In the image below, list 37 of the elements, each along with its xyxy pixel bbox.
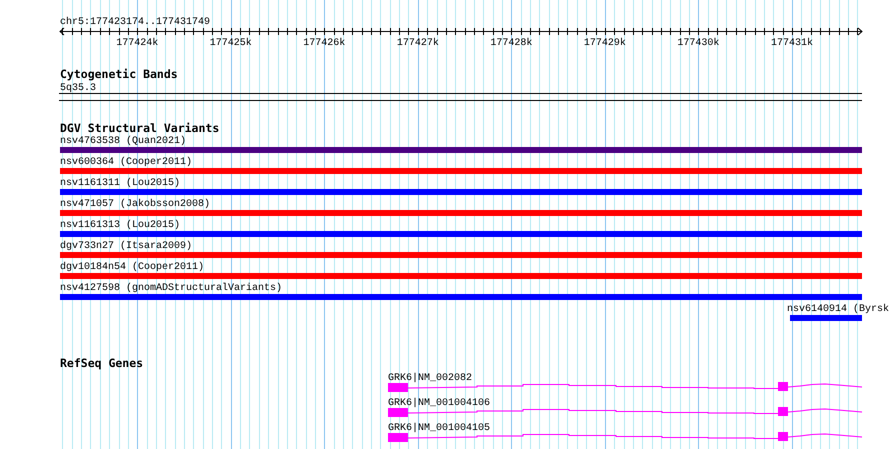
variant-bar[interactable] xyxy=(60,147,862,153)
variant-bar[interactable] xyxy=(60,294,862,300)
variant-bar[interactable] xyxy=(60,273,862,279)
band-label: 5q35.3 xyxy=(60,83,96,94)
variant-label[interactable]: nsv6140914 (Byrsk xyxy=(786,304,889,315)
gene-label[interactable]: GRK6|NM_001004105 xyxy=(388,423,490,434)
track-title: DGV Structural Variants xyxy=(60,121,220,135)
variant-bar[interactable] xyxy=(60,252,862,258)
variant-label[interactable]: nsv1161311 (Lou2015) xyxy=(60,178,180,189)
gene-model-drawing[interactable] xyxy=(388,407,862,417)
region-label: chr5:177423174..177431749 xyxy=(60,17,210,28)
variant-label[interactable]: nsv4763538 (Quan2021) xyxy=(60,136,186,147)
variant-bar[interactable] xyxy=(790,315,862,321)
variant-label[interactable]: nsv471057 (Jakobsson2008) xyxy=(60,199,210,210)
variant-label[interactable]: nsv4127598 (gnomADStructuralVariants) xyxy=(60,283,282,294)
track-title: Cytogenetic Bands xyxy=(60,67,178,81)
variant-label[interactable]: dgv733n27 (Itsara2009) xyxy=(60,241,192,252)
variant-label[interactable]: nsv600364 (Cooper2011) xyxy=(60,157,192,168)
variant-bar[interactable] xyxy=(60,231,862,237)
track-title: RefSeq Genes xyxy=(60,356,144,370)
variant-bar[interactable] xyxy=(60,189,862,195)
variant-label[interactable]: nsv1161313 (Lou2015) xyxy=(60,220,180,231)
gene-label[interactable]: GRK6|NM_002082 xyxy=(388,373,472,384)
variant-label[interactable]: dgv10184n54 (Cooper2011) xyxy=(60,262,204,273)
variant-bar[interactable] xyxy=(60,210,862,216)
tick-label: 177427k xyxy=(396,38,439,49)
tick-label: 177429k xyxy=(584,38,626,49)
tick-label: 177425k xyxy=(210,38,252,49)
tick-label: 177431k xyxy=(770,38,813,49)
tick-label: 177426k xyxy=(303,38,346,49)
tick-label: 177430k xyxy=(677,38,720,49)
gene-model-drawing[interactable] xyxy=(388,432,862,442)
tick-label: 177424k xyxy=(116,38,158,49)
gene-model-drawing[interactable] xyxy=(388,382,862,392)
tick-label: 177428k xyxy=(490,38,532,49)
variant-bar[interactable] xyxy=(60,168,862,174)
gene-label[interactable]: GRK6|NM_001004106 xyxy=(388,398,490,409)
